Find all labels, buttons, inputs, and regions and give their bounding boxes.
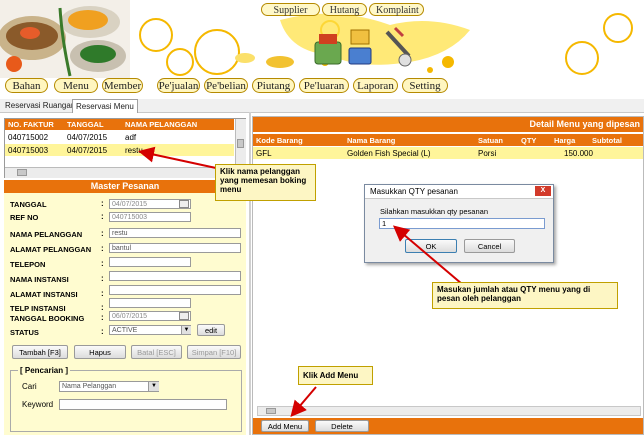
- callout-click-add: Klik Add Menu: [298, 366, 373, 385]
- callout-click-customer: Klik nama pelanggan yang memesan boking …: [215, 164, 316, 201]
- callout-enter-qty: Masukan jumlah atau QTY menu yang di pes…: [432, 282, 618, 309]
